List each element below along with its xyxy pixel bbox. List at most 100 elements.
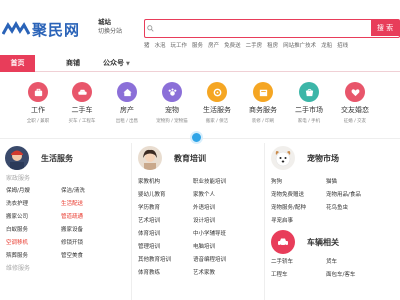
category-link[interactable]: 艺术家教 [193, 267, 253, 280]
category-label: 房产 [120, 106, 134, 114]
category-label: 商务服务 [249, 106, 277, 114]
service-icon [207, 82, 227, 102]
category-link[interactable]: 猫猫 [326, 176, 386, 189]
pet-market-panel: 宠物市场 狗狗 猫猫 宠物免费赠送 宠物用品/食品 宠物服务/配种 花鸟鱼虫 寻宠启事 车辆… [266, 143, 396, 300]
hot-keyword-link[interactable]: 二手房 [246, 43, 263, 49]
category-link[interactable]: 狗狗 [271, 176, 326, 189]
category-link[interactable]: 中小学辅导班 [193, 228, 253, 241]
category-label: 二手车 [71, 106, 93, 114]
category-link[interactable]: 外语培训 [193, 202, 253, 215]
hot-keyword-link[interactable]: 猪 [144, 43, 150, 49]
site-logo[interactable]: 聚民网 [2, 18, 87, 40]
city-switch-link[interactable]: 切换分站 [98, 27, 122, 36]
column-divider [264, 143, 265, 300]
category-link[interactable]: 体育培训 [138, 228, 193, 241]
category-link[interactable]: 家教机构 [138, 176, 193, 189]
link-row: 二手轿车 货车 [271, 256, 396, 269]
category-service[interactable]: 生活服务 搬家 / 保洁 [194, 82, 240, 124]
vehicles-header: 车辆相关 [266, 228, 396, 256]
category-label: 工作 [31, 106, 45, 114]
category-link[interactable]: 修锁开锁 [61, 237, 121, 250]
link-row: 其他教育培训 语音编程培训 [138, 254, 263, 267]
hot-keyword-link[interactable]: 免费送 [224, 43, 241, 49]
nav-shops[interactable]: 商铺 [66, 55, 80, 72]
nav-home[interactable]: 首页 [0, 55, 35, 72]
category-label: 宠物 [165, 106, 179, 114]
hot-keyword-link[interactable]: 龙船 [321, 43, 332, 49]
category-market[interactable]: 二手市场 家电 / 手机 [286, 82, 332, 124]
vehicles-title: 车辆相关 [307, 237, 339, 247]
category-link[interactable]: 白蚁服务 [6, 224, 61, 237]
category-link[interactable]: 宠物免费赠送 [271, 189, 326, 202]
category-link[interactable]: 搬家设备 [61, 224, 121, 237]
hot-keyword-link[interactable]: 租房 [267, 43, 278, 49]
life-services-panel: 生活服务 家政服务 保姆/月嫂 保洁/清洗 洗衣护理 生活配送 搬家公司 管道疏通 白蚁服务… [0, 143, 130, 300]
category-link[interactable]: 电脑培训 [193, 241, 253, 254]
link-row: 保姆/月嫂 保洁/清洗 [6, 185, 130, 198]
housekeeping-section-label: 家政服务 [6, 175, 31, 182]
page: 聚民网 城站 切换分站 搜 索 猪水泡 玩工作 服务 房产 免费送 二手房 租房 网站推广技术… [0, 0, 400, 300]
city-selector[interactable]: 城站 切换分站 [98, 18, 122, 36]
category-link[interactable]: 保姆/月嫂 [6, 185, 61, 198]
hot-keyword-link[interactable]: 网站推广技术 [283, 43, 316, 49]
link-row: 家教机构 职业技能培训 [138, 176, 263, 189]
category-link[interactable]: 语音编程培训 [193, 254, 253, 267]
category-link[interactable]: 空调移机 [6, 237, 61, 250]
category-sublabel: 装修 / 印刷 [251, 119, 275, 124]
logo-mark-icon [2, 20, 30, 35]
link-row: 学历教育 外语培训 [138, 202, 263, 215]
category-link [326, 215, 386, 228]
category-link[interactable]: 艺术培训 [138, 215, 193, 228]
category-link[interactable]: 管道疏通 [61, 211, 121, 224]
category-link[interactable]: 搬家公司 [6, 211, 61, 224]
category-business[interactable]: 商务服务装修 / 印刷 [240, 82, 286, 124]
search-button[interactable]: 搜 索 [371, 20, 399, 36]
category-link[interactable]: 殡葬服务 [6, 250, 61, 263]
category-link[interactable]: 设计培训 [193, 215, 253, 228]
pet-icon [162, 82, 182, 102]
category-link[interactable]: 管空美食 [61, 250, 121, 263]
hot-keyword-link[interactable]: 服务 [192, 43, 203, 49]
category-link[interactable]: 二手轿车 [271, 256, 326, 269]
category-link[interactable]: 货车 [326, 256, 386, 269]
category-link[interactable]: 体育教练 [138, 267, 193, 280]
hot-keyword-link[interactable]: 招线 [337, 43, 348, 49]
category-sublabel: 宠物狗 / 宠物猫 [156, 119, 188, 124]
hot-keyword-link[interactable]: 水泡 [155, 43, 166, 49]
life-services-title: 生活服务 [41, 153, 73, 163]
category-link[interactable]: 花鸟鱼虫 [326, 202, 386, 215]
category-house[interactable]: 房产 出租 / 出售 [104, 82, 150, 124]
link-row: 工程车 面包车/客车 [271, 269, 396, 282]
category-link[interactable]: 学历教育 [138, 202, 193, 215]
category-sublabel: 全职 / 兼职 [26, 119, 50, 124]
education-title: 教育培训 [174, 153, 206, 163]
category-link[interactable]: 寻宠启事 [271, 215, 326, 228]
nav-official-account-label: 公众号 [103, 59, 124, 67]
category-link[interactable]: 婴幼儿教育 [138, 189, 193, 202]
category-link[interactable]: 管理培训 [138, 241, 193, 254]
category-link[interactable]: 生活配送 [61, 198, 121, 211]
search-input[interactable] [147, 22, 367, 35]
category-pet[interactable]: 宠物宠物狗 / 宠物猫 [149, 82, 195, 124]
category-link[interactable]: 保洁/清洗 [61, 185, 121, 198]
category-link[interactable]: 面包车/客车 [326, 269, 386, 282]
category-link[interactable]: 宠物用品/食品 [326, 189, 386, 202]
house-icon [117, 82, 137, 102]
category-link[interactable]: 其他教育培训 [138, 254, 193, 267]
category-link[interactable]: 宠物服务/配种 [271, 202, 326, 215]
category-heart[interactable]: 交友婚恋 征婚 / 交友 [332, 82, 378, 124]
category-link[interactable]: 家教个人 [193, 189, 253, 202]
market-icon [299, 82, 319, 102]
nav-official-account[interactable]: 公众号 ▼ [103, 55, 130, 72]
category-sublabel: 家电 / 手机 [297, 119, 321, 124]
category-car[interactable]: 二手车 买车 / 工程车 [59, 82, 105, 124]
category-link[interactable]: 职业技能培训 [193, 176, 253, 189]
hot-keyword-link[interactable]: 玩工作 [171, 43, 188, 49]
category-label: 交友婚恋 [341, 106, 369, 114]
hot-keyword-link[interactable]: 房产 [208, 43, 219, 49]
category-link[interactable]: 洗衣护理 [6, 198, 61, 211]
category-link[interactable]: 工程车 [271, 269, 326, 282]
category-briefcase[interactable]: 工作全职 / 兼职 [15, 82, 61, 124]
link-row: 宠物服务/配种 花鸟鱼虫 [271, 202, 396, 215]
link-row: 寻宠启事 [271, 215, 396, 228]
